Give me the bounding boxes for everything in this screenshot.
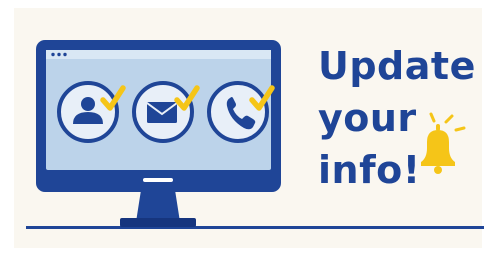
ground-line: [26, 226, 484, 229]
headline-line-3: info!: [318, 148, 421, 192]
update-info-banner: Update your info!: [0, 0, 484, 253]
monitor-power-light: [143, 178, 173, 182]
screen-title-bar: [46, 50, 271, 59]
headline-line-2: your: [318, 96, 417, 140]
window-dot-icon: [57, 52, 61, 57]
window-dot-icon: [51, 52, 55, 57]
window-dot-icon: [63, 52, 67, 57]
headline-line-1: Update: [318, 44, 476, 88]
headline: Update your info!: [318, 40, 476, 196]
monitor-stand: [120, 190, 196, 227]
envelope-icon: [146, 102, 178, 123]
